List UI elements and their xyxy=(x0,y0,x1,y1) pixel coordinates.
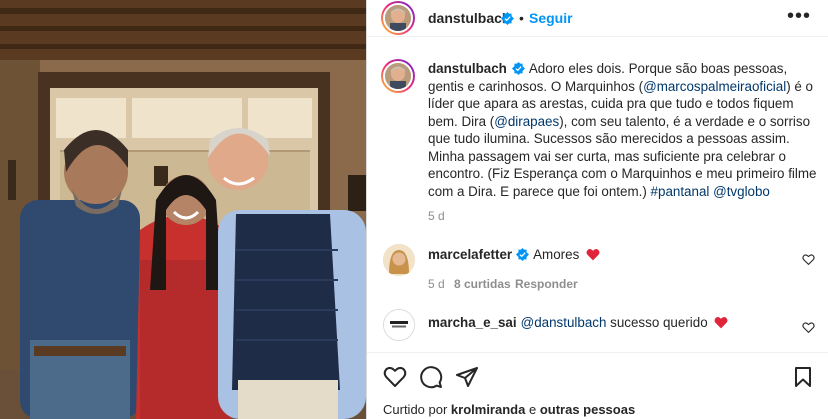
liked-by-mid: e xyxy=(525,402,540,417)
post-photo[interactable] xyxy=(0,0,366,419)
like-comment-heart-icon[interactable] xyxy=(802,321,815,334)
commenter-verified-badge-icon xyxy=(516,248,530,261)
caption-author-avatar-image xyxy=(385,63,411,89)
caption-username[interactable]: danstulbach xyxy=(428,61,507,76)
commenter-avatar[interactable] xyxy=(383,244,415,276)
mention-tvglobo[interactable]: @tvglobo xyxy=(713,184,770,199)
author-username[interactable]: danstulbach xyxy=(428,10,510,26)
comment-username[interactable]: marcha_e_sai xyxy=(428,315,517,330)
comment-username[interactable]: marcelafetter xyxy=(428,247,512,262)
mention-danstulbach[interactable]: @danstulbach xyxy=(521,315,607,330)
caption-verified-badge-icon xyxy=(511,62,525,75)
comment-bubble-icon[interactable] xyxy=(419,365,443,389)
share-paper-plane-icon[interactable] xyxy=(455,365,479,389)
save-bookmark-icon[interactable] xyxy=(791,365,815,389)
follow-button[interactable]: Seguir xyxy=(529,10,573,26)
commenter-avatar[interactable] xyxy=(383,309,415,341)
mention-dirapaes[interactable]: @dirapaes xyxy=(494,114,559,129)
comment-age[interactable]: 5 d xyxy=(428,277,445,291)
comment-text: marcelafetter Amores xyxy=(428,247,600,262)
comment-reply-button[interactable]: Responder xyxy=(515,277,578,291)
caption-author-avatar[interactable] xyxy=(381,59,415,93)
comment-body: sucesso querido xyxy=(606,315,708,330)
red-heart-emoji-icon xyxy=(714,316,728,329)
liked-by-summary: Curtido por krolmiranda e outras pessoas xyxy=(383,402,635,417)
author-avatar-image xyxy=(385,5,411,31)
verified-badge-icon xyxy=(501,12,514,25)
post-actions xyxy=(367,352,828,398)
author-avatar[interactable] xyxy=(381,1,415,35)
comment-likes[interactable]: 8 curtidas xyxy=(454,277,511,291)
like-heart-icon[interactable] xyxy=(383,365,407,389)
comment-text: marcha_e_sai @danstulbach sucesso querido xyxy=(428,315,728,330)
post-caption: danstulbach Adoro eles dois. Porque são … xyxy=(428,60,820,200)
liked-by-prefix: Curtido por xyxy=(383,402,451,417)
comment-item: marcelafetter Amores 5 d 8 curtidas Resp… xyxy=(367,238,828,298)
liked-by-user[interactable]: krolmiranda xyxy=(451,402,525,417)
liked-by-others[interactable]: outras pessoas xyxy=(540,402,635,417)
red-heart-emoji-icon xyxy=(586,248,600,261)
like-comment-heart-icon[interactable] xyxy=(802,253,815,266)
post-photo-image xyxy=(0,0,366,419)
comment-item: marcha_e_sai @danstulbach sucesso querido xyxy=(367,306,828,346)
separator-dot: • xyxy=(519,10,524,26)
more-options-icon[interactable]: ••• xyxy=(787,5,811,28)
marcha-e-sai-logo-icon xyxy=(384,310,414,340)
post-panel: danstulbach • Seguir ••• danstulbach Ado… xyxy=(366,0,828,419)
post-header: danstulbach • Seguir ••• xyxy=(367,0,828,37)
caption-age[interactable]: 5 d xyxy=(428,209,445,223)
mention-marcospalmeiraoficial[interactable]: @marcospalmeiraoficial xyxy=(643,79,786,94)
commenter-avatar-image xyxy=(383,244,415,276)
hashtag-pantanal[interactable]: #pantanal xyxy=(651,184,710,199)
comment-body: Amores xyxy=(533,247,580,262)
